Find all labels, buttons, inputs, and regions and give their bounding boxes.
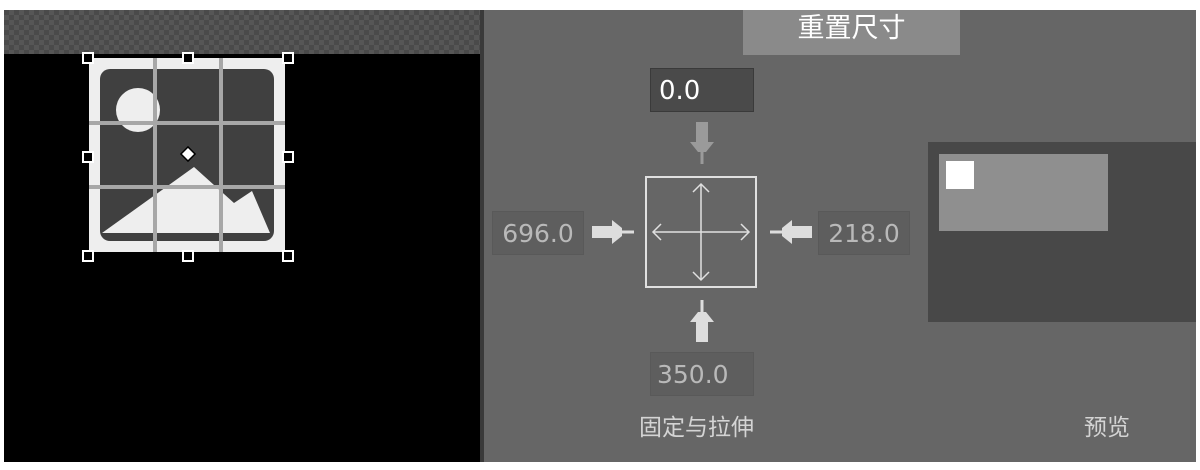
reset-size-button[interactable]: 重置尺寸	[743, 10, 960, 55]
resize-handle-top[interactable]	[182, 52, 194, 64]
resize-handle-left[interactable]	[82, 151, 94, 163]
viewport-checker-strip	[4, 10, 480, 54]
selected-image-widget[interactable]	[82, 52, 294, 262]
anchor-panel: 重置尺寸 0.0 696.0 218.0 350.0 固定与拉伸 预览	[484, 10, 1196, 462]
resize-handle-bottom[interactable]	[182, 250, 194, 262]
anchor-top-field[interactable]: 0.0	[650, 68, 754, 112]
preview-box	[928, 142, 1196, 322]
resize-handle-bottom-left[interactable]	[82, 250, 94, 262]
pin-bottom-icon[interactable]	[687, 296, 717, 346]
scene-viewport[interactable]	[4, 10, 480, 462]
preview-marker	[946, 161, 974, 189]
anchor-right-field[interactable]: 218.0	[818, 211, 910, 255]
pin-left-icon[interactable]	[588, 217, 638, 247]
anchor-bottom-field[interactable]: 350.0	[650, 352, 754, 396]
preview-label: 预览	[1084, 415, 1130, 441]
resize-handle-top-right[interactable]	[282, 52, 294, 64]
image-icon	[89, 58, 285, 252]
anchor-stretch-label: 固定与拉伸	[639, 415, 754, 441]
pin-right-icon[interactable]	[766, 217, 816, 247]
resize-handle-right[interactable]	[282, 151, 294, 163]
anchor-left-field[interactable]: 696.0	[492, 211, 584, 255]
preview-rect	[939, 154, 1108, 231]
move-arrows-icon[interactable]	[645, 176, 757, 288]
pin-top-icon[interactable]	[687, 118, 717, 168]
resize-handle-bottom-right[interactable]	[282, 250, 294, 262]
resize-handle-top-left[interactable]	[82, 52, 94, 64]
